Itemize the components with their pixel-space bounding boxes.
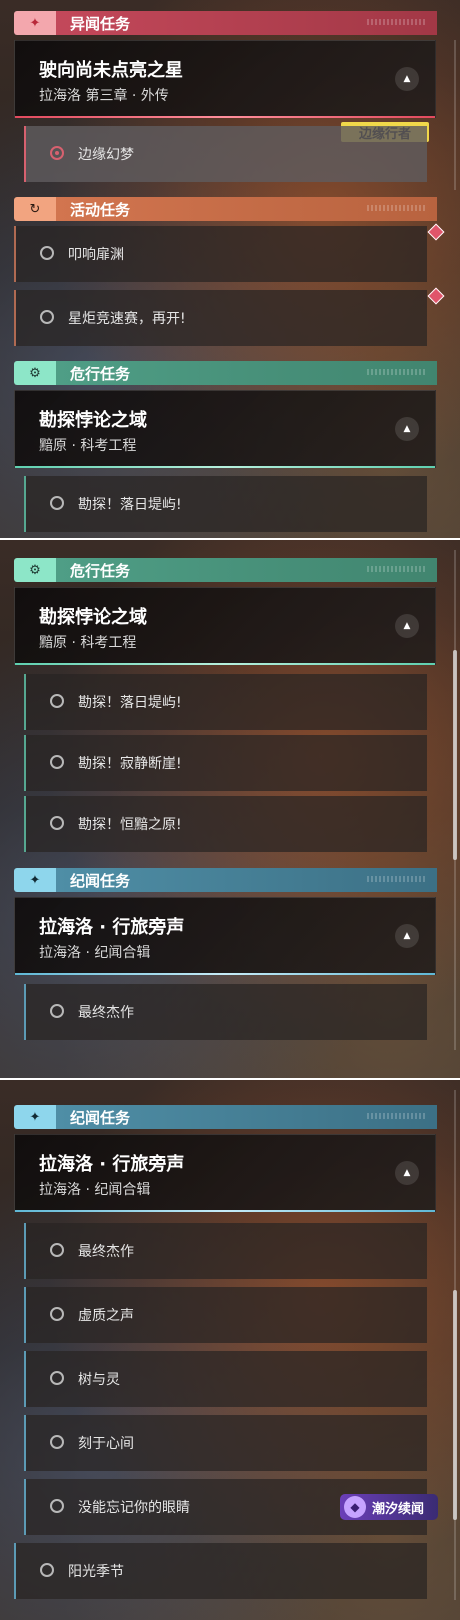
screenshot-segment-2: ⚙ 危行任务 勘探悖论之域 黯原 · 科考工程 ▲ 勘探！落日堤屿! 勘探！寂静…: [0, 540, 460, 1080]
category-header-jiwen[interactable]: ✦ 纪闻任务: [14, 1105, 437, 1129]
quest-title: 拉海洛 · 行旅旁声: [39, 917, 185, 938]
radio-icon: [50, 1307, 64, 1321]
subquest-label: 勘探！寂静断崖!: [78, 756, 182, 772]
subquest-row[interactable]: 星炬竞速赛，再开!: [14, 290, 427, 346]
watermark-icon: ◆: [344, 1496, 366, 1518]
decorative-tag: [367, 876, 425, 882]
subquest-label: 勘探！落日堤屿!: [78, 695, 182, 711]
watermark-text: 潮汐续闻: [372, 1501, 425, 1517]
subquest-row[interactable]: 树与灵: [24, 1351, 427, 1407]
scrollbar-thumb[interactable]: [453, 1290, 457, 1520]
star-burst-icon: ✦: [14, 11, 56, 35]
decorative-tag: [367, 1113, 425, 1119]
quest-title: 拉海洛 · 行旅旁声: [39, 1154, 185, 1175]
quest-card-yiwen[interactable]: 驶向尚未点亮之星 拉海洛 第三章 · 外传 ▲: [14, 40, 436, 118]
quest-card-weixing[interactable]: 勘探悖论之域 黯原 · 科考工程 ▲: [14, 587, 436, 665]
category-header-jiwen[interactable]: ✦ 纪闻任务: [14, 868, 437, 892]
decorative-tag: [367, 566, 425, 572]
category-header-huodong[interactable]: ↻ 活动任务: [14, 197, 437, 221]
quest-title: 驶向尚未点亮之星: [39, 60, 183, 81]
subquest-row[interactable]: 最终杰作: [24, 984, 427, 1040]
subquest-label: 没能忘记你的眼睛: [78, 1500, 190, 1516]
radio-icon: [50, 1004, 64, 1018]
chevron-up-icon[interactable]: ▲: [395, 1161, 419, 1185]
subquest-label: 勘探！恒黯之原!: [78, 817, 182, 833]
subquest-label: 树与灵: [78, 1372, 120, 1388]
chevron-up-icon[interactable]: ▲: [395, 924, 419, 948]
decorative-tag: [367, 19, 425, 25]
subquest-row[interactable]: 阳光季节: [14, 1543, 427, 1599]
subquest-row[interactable]: 勘探！恒黯之原!: [24, 796, 427, 852]
chevron-up-icon[interactable]: ▲: [395, 67, 419, 91]
decorative-tag: [367, 205, 425, 211]
subquest-row[interactable]: 虚质之声: [24, 1287, 427, 1343]
screenshot-segment-1: ✦ 异闻任务 驶向尚未点亮之星 拉海洛 第三章 · 外传 ▲ 边缘行者 边缘幻梦…: [0, 0, 460, 540]
decorative-tag: [367, 369, 425, 375]
radio-icon: [50, 1371, 64, 1385]
radio-icon: [50, 1499, 64, 1513]
subquest-label: 边缘幻梦: [78, 147, 134, 163]
subquest-label: 最终杰作: [78, 1005, 134, 1021]
subquest-label: 虚质之声: [78, 1308, 134, 1324]
radio-icon: [40, 246, 54, 260]
scrollbar-track[interactable]: [454, 40, 456, 190]
subquest-label: 星炬竞速赛，再开!: [68, 311, 186, 327]
gear-icon: ⚙: [14, 558, 56, 582]
subquest-row[interactable]: 刻于心间: [24, 1415, 427, 1471]
subquest-label: 最终杰作: [78, 1244, 134, 1260]
card-underline: [15, 466, 435, 468]
subquest-label: 叩响扉渊: [68, 247, 124, 263]
subquest-row[interactable]: 勘探！落日堤屿!: [24, 674, 427, 730]
quest-title: 勘探悖论之域: [39, 410, 147, 431]
quest-log-page: ✦ 异闻任务 驶向尚未点亮之星 拉海洛 第三章 · 外传 ▲ 边缘行者 边缘幻梦…: [0, 0, 460, 1620]
scrollbar-thumb[interactable]: [453, 650, 457, 860]
quest-card-jiwen[interactable]: 拉海洛 · 行旅旁声 拉海洛 · 纪闻合辑 ▲: [14, 897, 436, 975]
radio-selected-icon: [50, 146, 64, 160]
subquest-row[interactable]: 叩响扉渊: [14, 226, 427, 282]
refresh-icon: ↻: [14, 197, 56, 221]
subquest-label: 勘探！落日堤屿!: [78, 497, 182, 513]
gear-icon: ⚙: [14, 361, 56, 385]
chevron-up-icon[interactable]: ▲: [395, 614, 419, 638]
quest-subtitle: 黯原 · 科考工程: [39, 635, 137, 651]
radio-icon: [50, 496, 64, 510]
subquest-label: 阳光季节: [68, 1564, 124, 1580]
new-marker-icon: [427, 223, 445, 241]
radio-icon: [50, 1243, 64, 1257]
quest-subtitle: 拉海洛 · 纪闻合辑: [39, 1182, 151, 1198]
sparkle-icon: ✦: [14, 868, 56, 892]
subquest-row[interactable]: 最终杰作: [24, 1223, 427, 1279]
card-underline: [15, 663, 435, 665]
radio-icon: [50, 755, 64, 769]
category-header-weixing[interactable]: ⚙ 危行任务: [14, 361, 437, 385]
new-marker-icon: [427, 287, 445, 305]
category-header-weixing[interactable]: ⚙ 危行任务: [14, 558, 437, 582]
quest-title: 勘探悖论之域: [39, 607, 147, 628]
radio-icon: [50, 816, 64, 830]
card-underline: [15, 116, 435, 118]
subquest-label: 刻于心间: [78, 1436, 134, 1452]
chevron-up-icon[interactable]: ▲: [395, 417, 419, 441]
sparkle-icon: ✦: [14, 1105, 56, 1129]
radio-icon: [50, 1435, 64, 1449]
radio-icon: [40, 310, 54, 324]
quest-subtitle: 拉海洛 第三章 · 外传: [39, 88, 169, 104]
radio-icon: [40, 1563, 54, 1577]
watermark-logo: ◆ 潮汐续闻: [340, 1494, 438, 1520]
subquest-row[interactable]: 勘探！寂静断崖!: [24, 735, 427, 791]
quest-subtitle: 拉海洛 · 纪闻合辑: [39, 945, 151, 961]
screenshot-segment-3: ✦ 纪闻任务 拉海洛 · 行旅旁声 拉海洛 · 纪闻合辑 ▲ 最终杰作 虚质之声…: [0, 1080, 460, 1620]
quest-card-jiwen[interactable]: 拉海洛 · 行旅旁声 拉海洛 · 纪闻合辑 ▲: [14, 1134, 436, 1212]
category-header-yiwen[interactable]: ✦ 异闻任务: [14, 11, 437, 35]
card-underline: [15, 973, 435, 975]
quest-card-weixing[interactable]: 勘探悖论之域 黯原 · 科考工程 ▲: [14, 390, 436, 468]
quest-subtitle: 黯原 · 科考工程: [39, 438, 137, 454]
subquest-row-partial[interactable]: 勘探！落日堤屿!: [24, 476, 427, 532]
radio-icon: [50, 694, 64, 708]
card-underline: [15, 1210, 435, 1212]
subquest-row-selected[interactable]: 边缘幻梦: [24, 126, 427, 182]
